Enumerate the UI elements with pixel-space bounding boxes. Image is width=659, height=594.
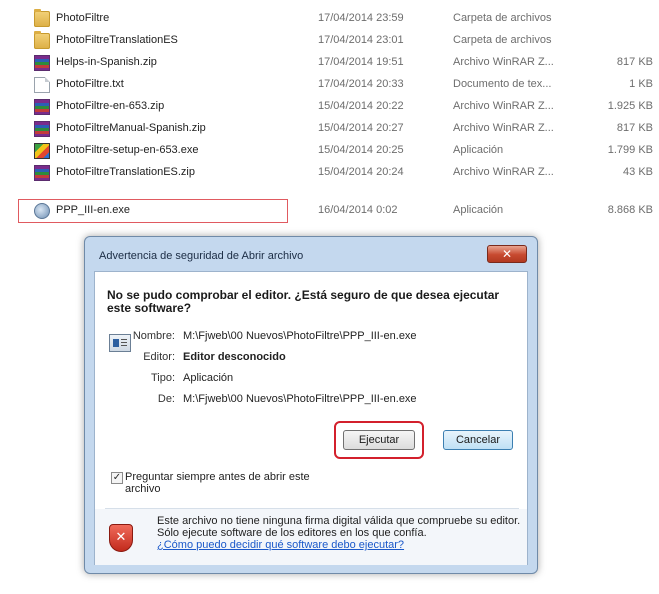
file-size: 817 KB: [616, 122, 653, 134]
file-type: Archivo WinRAR Z...: [453, 100, 554, 112]
file-type: Aplicación: [453, 204, 504, 216]
winrar-zip-icon: [34, 165, 50, 181]
file-date: 17/04/2014 20:33: [318, 78, 404, 90]
file-row-photofiltretranslationes-zip[interactable]: PhotoFiltreTranslationES.zip 15/04/2014 …: [0, 162, 659, 184]
property-value: Editor desconocido: [183, 351, 286, 363]
file-size: 817 KB: [616, 56, 653, 68]
property-label: Nombre:: [132, 330, 175, 342]
dialog-title: Advertencia de seguridad de Abrir archiv…: [99, 250, 304, 262]
file-size: 1 KB: [629, 78, 653, 90]
file-type: Archivo WinRAR Z...: [453, 56, 554, 68]
file-date: 16/04/2014 0:02: [318, 204, 398, 216]
file-date: 17/04/2014 23:59: [318, 12, 404, 24]
file-date: 15/04/2014 20:22: [318, 100, 404, 112]
file-date: 15/04/2014 20:25: [318, 144, 404, 156]
file-row-photofiltretranslationes[interactable]: PhotoFiltreTranslationES 17/04/2014 23:0…: [0, 30, 659, 52]
file-date: 17/04/2014 19:51: [318, 56, 404, 68]
file-type: Carpeta de archivos: [453, 34, 552, 46]
property-label: Editor:: [143, 351, 175, 363]
warning-message-text: Este archivo no tiene ninguna firma digi…: [157, 515, 521, 539]
file-name: PhotoFiltreTranslationES: [56, 34, 178, 46]
file-name: PhotoFiltre-en-653.zip: [56, 100, 165, 112]
file-name: PhotoFiltreManual-Spanish.zip: [56, 122, 206, 134]
always-ask-checkbox[interactable]: ✓: [111, 472, 123, 484]
file-size: 1.925 KB: [607, 100, 653, 112]
help-link[interactable]: ¿Cómo puedo decidir qué software debo ej…: [157, 539, 404, 551]
file-type: Archivo WinRAR Z...: [453, 166, 554, 178]
file-row-helps-in-spanish[interactable]: Helps-in-Spanish.zip 17/04/2014 19:51 Ar…: [0, 52, 659, 74]
property-value: M:\Fjweb\00 Nuevos\PhotoFiltre\PPP_III-e…: [183, 393, 417, 405]
file-row-photofiltre[interactable]: PhotoFiltre 17/04/2014 23:59 Carpeta de …: [0, 8, 659, 30]
file-size: 43 KB: [623, 166, 653, 178]
file-row-photofiltremanual-spanish-zip[interactable]: PhotoFiltreManual-Spanish.zip 15/04/2014…: [0, 118, 659, 140]
file-name: PhotoFiltre.txt: [56, 78, 124, 90]
text-document-icon: [34, 77, 50, 93]
photofiltre-exe-icon: [34, 143, 50, 159]
dialog-body: No se pudo comprobar el editor. ¿Está se…: [94, 271, 528, 565]
file-size: 8.868 KB: [607, 204, 653, 216]
file-date: 17/04/2014 23:01: [318, 34, 404, 46]
file-row-photofiltre-setup-exe[interactable]: PhotoFiltre-setup-en-653.exe 15/04/2014 …: [0, 140, 659, 162]
property-label: Tipo:: [150, 372, 175, 384]
file-name: PhotoFiltre: [56, 12, 110, 24]
property-label: De:: [157, 393, 175, 405]
file-size: 1.799 KB: [607, 144, 653, 156]
folder-icon: [34, 9, 50, 27]
selected-file-highlight: [18, 199, 288, 223]
property-value: M:\Fjweb\00 Nuevos\PhotoFiltre\PPP_III-e…: [183, 330, 417, 342]
file-date: 15/04/2014 20:24: [318, 166, 404, 178]
file-row-photofiltre-txt[interactable]: PhotoFiltre.txt 17/04/2014 20:33 Documen…: [0, 74, 659, 96]
file-list: PhotoFiltre 17/04/2014 23:59 Carpeta de …: [0, 0, 659, 232]
winrar-zip-icon: [34, 55, 50, 71]
warning-message: Este archivo no tiene ninguna firma digi…: [157, 515, 521, 551]
file-type: Aplicación: [453, 144, 504, 156]
divider: [105, 508, 519, 509]
winrar-zip-icon: [34, 121, 50, 137]
dialog-question: No se pudo comprobar el editor. ¿Está se…: [107, 288, 500, 315]
security-warning-dialog: Advertencia de seguridad de Abrir archiv…: [84, 236, 538, 574]
close-button[interactable]: ✕: [487, 245, 527, 263]
file-type: Documento de tex...: [453, 78, 552, 90]
file-row-photofiltre-en-653-zip[interactable]: PhotoFiltre-en-653.zip 15/04/2014 20:22 …: [0, 96, 659, 118]
security-shield-icon: ✕: [109, 524, 133, 552]
file-type: Carpeta de archivos: [453, 12, 552, 24]
winrar-zip-icon: [34, 99, 50, 115]
file-date: 15/04/2014 20:27: [318, 122, 404, 134]
folder-icon: [34, 31, 50, 49]
run-button[interactable]: Ejecutar: [343, 430, 415, 450]
file-name: Helps-in-Spanish.zip: [56, 56, 157, 68]
cancel-button[interactable]: Cancelar: [443, 430, 513, 450]
always-ask-label[interactable]: Preguntar siempre antes de abrir este ar…: [125, 471, 325, 495]
file-name: PhotoFiltreTranslationES.zip: [56, 166, 195, 178]
property-value: Aplicación: [183, 372, 234, 384]
file-name: PhotoFiltre-setup-en-653.exe: [56, 144, 199, 156]
file-type: Archivo WinRAR Z...: [453, 122, 554, 134]
